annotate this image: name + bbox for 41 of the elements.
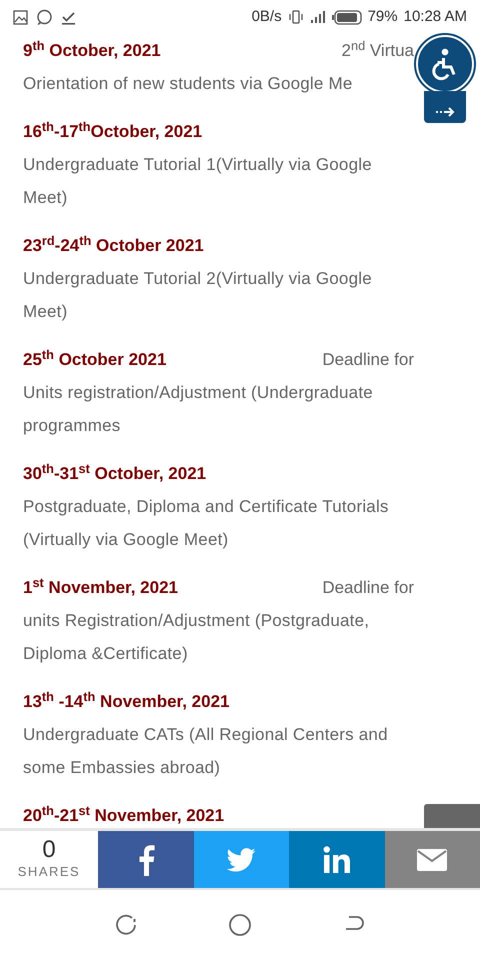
event-date: 16$^{th}$-17$^{th}$October, 2021 — [23, 118, 202, 143]
event-description: units Registration/Adjustment (Postgraduate, Diploma &Certificate) — [23, 610, 370, 665]
event-date: 1$^{st}$ November, 2021 — [23, 574, 178, 599]
event-date: 13$^{th}$ -14$^{th}$ November, 2021 — [23, 688, 230, 713]
signal-icon — [310, 9, 326, 25]
event-description: Units registration/Adjustment (Undergraduate programmes — [23, 382, 374, 437]
battery-icon — [332, 10, 362, 24]
event-description: Undergraduate Tutorial 1(Virtually via Google Meet) — [23, 154, 373, 209]
bird-icon — [226, 848, 256, 872]
share-button[interactable] — [194, 831, 289, 888]
arrow-icon — [434, 107, 456, 117]
shares-label: SHARES — [18, 862, 80, 881]
event-description: Undergraduate Tutorial 2(Virtually via Google Meet) — [23, 268, 373, 323]
facebook-icon — [136, 844, 155, 876]
share-button[interactable] — [289, 831, 384, 888]
chat-icon — [36, 8, 53, 26]
event-note: Deadline for — [322, 577, 414, 599]
download-done-icon — [61, 10, 76, 24]
share-count: 0 — [42, 838, 56, 862]
share-button[interactable] — [384, 831, 480, 888]
envelope-icon — [417, 848, 448, 870]
recent-apps-icon[interactable] — [115, 914, 138, 936]
vibrate-icon — [288, 9, 304, 25]
event-date: 9$^{th}$ October, 2021 — [23, 36, 161, 62]
network-speed: 0B/s — [252, 6, 282, 27]
event-description: Undergraduate CATs (All Regional Centers and some Embassies abroad) — [23, 724, 389, 779]
linkedin-icon — [322, 846, 351, 874]
event-description: Postgraduate, Diploma and Certificate Tutorials (Virtually via Google Meet) — [23, 496, 390, 551]
event-date: 23$^{rd}$-24$^{th}$ October 2021 — [23, 232, 204, 257]
share-button[interactable] — [98, 831, 194, 888]
event-date: 20$^{th}$-21$^{st}$ November, 2021 — [23, 802, 224, 827]
event-note: Deadline for — [322, 349, 414, 371]
accessibility-button[interactable] — [416, 35, 474, 123]
home-icon[interactable] — [228, 913, 252, 937]
image-icon — [13, 10, 28, 24]
event-date: 30$^{th}$-31$^{st}$ October, 2021 — [23, 460, 206, 485]
battery-percent: 79% — [368, 6, 398, 27]
event-date: 25$^{th}$ October 2021 — [23, 346, 166, 371]
clock-time: 10:28 AM — [404, 6, 467, 27]
event-note: 2$^{nd}$ Virtua — [342, 36, 414, 62]
event-description: Orientation of new students via Google Me — [23, 73, 354, 95]
